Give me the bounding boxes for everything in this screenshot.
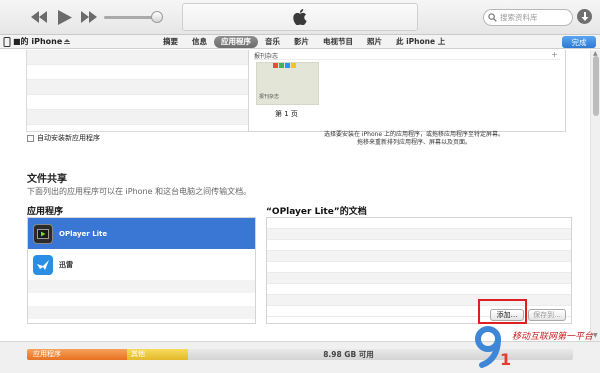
app-thumb-icon [285, 63, 290, 68]
list-row [27, 95, 254, 110]
device-nav-bar: ■的 iPhone 摘要 信息 应用程序 音乐 影片 电视节目 照片 此 iPh… [0, 35, 600, 49]
list-row [28, 280, 255, 293]
auto-install-label: 自动安装新应用程序 [37, 134, 100, 142]
app-name: OPlayer Lite [59, 229, 108, 238]
add-page-icon[interactable]: + [551, 50, 558, 59]
list-row [27, 110, 254, 125]
app-name: 迅雷 [59, 260, 73, 269]
status-display [182, 3, 418, 31]
watermark-logo: 1 [475, 326, 511, 369]
search-field[interactable]: 搜索资料库 [483, 9, 573, 26]
app-thumb-icon [291, 63, 296, 68]
oplayer-icon [33, 223, 53, 244]
list-row [27, 50, 254, 65]
apple-logo-icon [293, 9, 307, 25]
list-row [267, 262, 571, 273]
download-button[interactable] [577, 9, 592, 24]
capacity-apps-segment: 应用程序 [27, 349, 127, 360]
app-row-oplayer-lite[interactable]: OPlayer Lite [28, 218, 255, 249]
tab-tv-shows[interactable]: 电视节目 [316, 36, 360, 48]
highlight-box [478, 299, 527, 324]
tab-summary[interactable]: 摘要 [156, 36, 185, 48]
download-arrow-icon [581, 12, 588, 21]
search-placeholder: 搜索资料库 [500, 13, 538, 22]
bird-icon [37, 259, 49, 270]
documents-column-header: “OPlayer Lite”的文档 [266, 207, 367, 217]
home-screen-hint: 选择要安装在 iPhone 上的应用程序，或拖移应用程序至特定屏幕。 拖移来重新… [258, 131, 570, 147]
app-row-xunlei[interactable]: 迅雷 [28, 249, 255, 280]
scroll-down-icon[interactable]: ▼ [593, 332, 598, 339]
file-sharing-apps-list: OPlayer Lite 迅雷 [27, 217, 256, 324]
eject-icon[interactable] [64, 39, 71, 44]
apps-column-header: 应用程序 [27, 207, 64, 217]
search-icon [488, 13, 497, 22]
xunlei-bird-icon [33, 254, 53, 275]
transport-bar: 搜索资料库 [0, 0, 600, 35]
list-row [28, 293, 255, 306]
list-row [267, 273, 571, 284]
tab-movies[interactable]: 影片 [287, 36, 316, 48]
play-icon [58, 9, 72, 25]
previous-track-button[interactable] [30, 8, 48, 26]
device-name-label: ■的 iPhone [13, 37, 63, 46]
hint-line-1: 选择要安装在 iPhone 上的应用程序，或拖移应用程序至特定屏幕。 [323, 131, 505, 138]
tab-music[interactable]: 音乐 [258, 36, 287, 48]
auto-install-checkbox[interactable] [27, 134, 34, 142]
app-thumb-icon [273, 63, 278, 68]
play-screen-icon [37, 228, 49, 239]
home-screen-thumb-label: 报刊杂志 [259, 94, 280, 100]
page-label: 第 1 页 [275, 110, 298, 118]
list-row [267, 284, 571, 295]
scroll-thumb[interactable] [593, 56, 599, 116]
svg-text:1: 1 [500, 350, 511, 369]
file-sharing-title: 文件共享 [27, 174, 67, 185]
volume-slider[interactable] [104, 16, 158, 19]
list-row [28, 306, 255, 319]
home-screen-app-icons [273, 63, 296, 68]
list-row [267, 229, 571, 240]
home-screen-preview: 报刊杂志 + 报刊杂志 第 1 页 [248, 50, 566, 132]
volume-knob[interactable] [151, 11, 163, 23]
list-row [267, 218, 571, 229]
fast-forward-icon [81, 11, 97, 23]
vertical-scrollbar[interactable]: ▲ ▼ [590, 50, 600, 341]
done-button[interactable]: 完成 [562, 36, 596, 48]
device-tabs: 摘要 信息 应用程序 音乐 影片 电视节目 照片 此 iPhone 上 [156, 35, 452, 49]
home-screen-title: 报刊杂志 [254, 53, 279, 60]
home-screen-header: 报刊杂志 + [254, 50, 560, 60]
tab-apps[interactable]: 应用程序 [214, 36, 258, 48]
watermark-text: 移动互联网第一平台 [512, 332, 594, 342]
device-name[interactable]: ■的 iPhone [3, 36, 71, 47]
tab-on-this-iphone[interactable]: 此 iPhone 上 [389, 36, 452, 48]
list-row [27, 65, 254, 80]
tab-photos[interactable]: 照片 [360, 36, 389, 48]
file-sharing-description: 下面列出的应用程序可以在 iPhone 和这台电脑之间传输文档。 [27, 187, 252, 196]
capacity-free-segment: 8.98 GB 可用 [188, 349, 573, 360]
next-track-button[interactable] [80, 8, 98, 26]
app-install-list[interactable] [26, 50, 255, 132]
hint-line-2: 拖移来重新排列应用程序、屏幕以及页面。 [356, 139, 471, 146]
list-row [267, 240, 571, 251]
rewind-icon [31, 11, 47, 23]
list-row [27, 80, 254, 95]
iphone-icon [3, 36, 11, 47]
tab-info[interactable]: 信息 [185, 36, 214, 48]
home-screen-page-thumbnail[interactable]: 报刊杂志 [256, 62, 319, 105]
auto-install-option[interactable]: 自动安装新应用程序 [27, 133, 100, 143]
capacity-other-segment: 其他 [127, 349, 188, 360]
play-button[interactable] [56, 8, 74, 26]
list-row [267, 251, 571, 262]
app-thumb-icon [279, 63, 284, 68]
save-to-button[interactable]: 保存到... [528, 309, 566, 321]
